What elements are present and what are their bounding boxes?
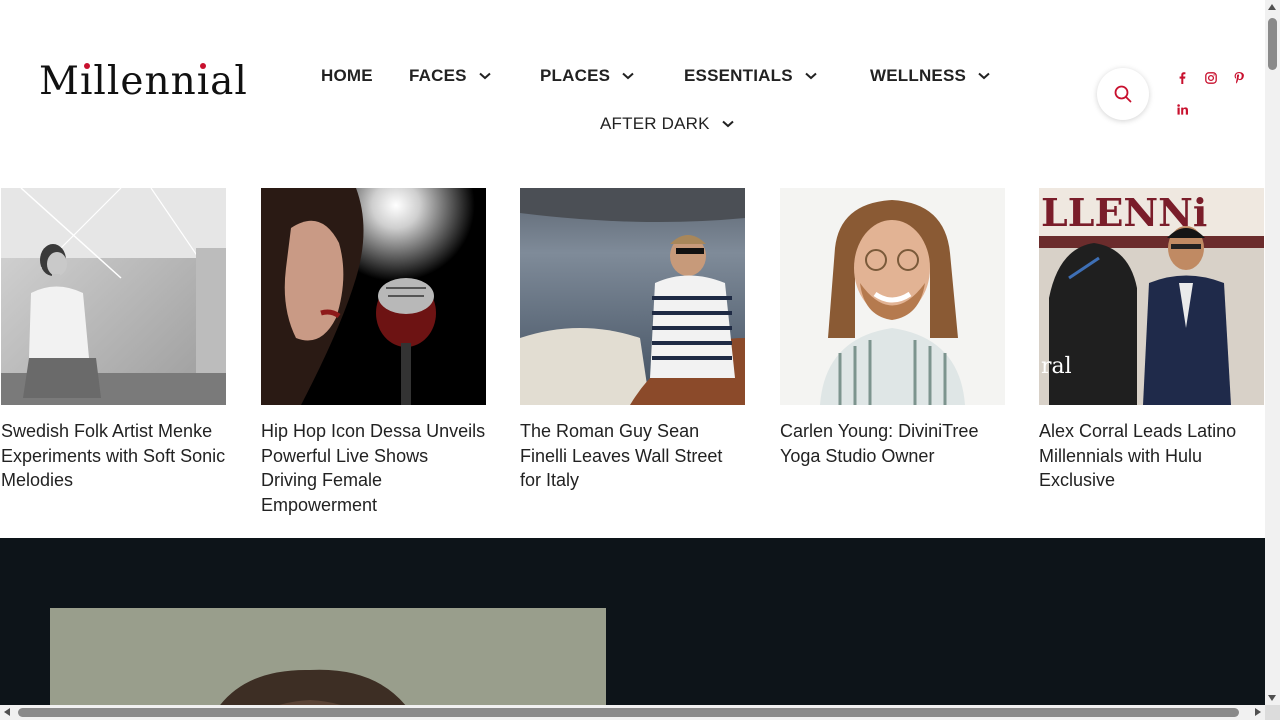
linkedin-icon: [1176, 103, 1188, 115]
article-title[interactable]: Swedish Folk Artist Menke Experiments wi…: [1, 419, 226, 493]
woman-vintage-microphone-photo[interactable]: [261, 188, 486, 405]
chevron-down-icon: [978, 72, 990, 80]
vertical-scrollbar[interactable]: [1265, 0, 1280, 705]
article-title[interactable]: Alex Corral Leads Latino Millennials wit…: [1039, 419, 1264, 493]
featured-portrait-photo[interactable]: [50, 608, 606, 705]
featured-section: [0, 538, 1265, 705]
article-card[interactable]: LLENNi ral Alex Corral Leads Latino Mill…: [1039, 188, 1264, 493]
article-title[interactable]: The Roman Guy Sean Finelli Leaves Wall S…: [520, 419, 745, 493]
search-button[interactable]: [1097, 68, 1149, 120]
instagram-link[interactable]: [1203, 70, 1219, 86]
pinterest-icon: [1234, 72, 1244, 84]
chevron-down-icon: [722, 120, 734, 128]
page: Mı llennı al HOME FACES PLACES ESSENTIALS …: [0, 0, 1265, 705]
pinterest-link[interactable]: [1231, 70, 1247, 86]
nav-item-wellness[interactable]: WELLNESS: [870, 66, 990, 86]
chevron-down-icon: [479, 72, 491, 80]
search-icon: [1114, 85, 1132, 103]
article-card[interactable]: Carlen Young: DiviniTree Yoga Studio Own…: [780, 188, 1005, 468]
article-card[interactable]: The Roman Guy Sean Finelli Leaves Wall S…: [520, 188, 745, 493]
nav-item-places[interactable]: PLACES: [540, 66, 634, 86]
scroll-down-arrow[interactable]: [1268, 695, 1276, 701]
scroll-up-arrow[interactable]: [1268, 4, 1276, 10]
nav-item-after-dark[interactable]: AFTER DARK: [600, 114, 734, 134]
article-card[interactable]: Hip Hop Icon Dessa Unveils Powerful Live…: [261, 188, 486, 517]
article-title[interactable]: Hip Hop Icon Dessa Unveils Powerful Live…: [261, 419, 486, 517]
nav-item-essentials[interactable]: ESSENTIALS: [684, 66, 817, 86]
scroll-left-arrow[interactable]: [4, 708, 10, 716]
facebook-link[interactable]: [1174, 70, 1190, 86]
nav-item-label: FACES: [409, 66, 467, 85]
smiling-man-portrait-photo[interactable]: [780, 188, 1005, 405]
linkedin-link[interactable]: [1174, 101, 1190, 117]
chevron-down-icon: [805, 72, 817, 80]
horizontal-scroll-thumb[interactable]: [18, 708, 1239, 717]
article-card[interactable]: Swedish Folk Artist Menke Experiments wi…: [1, 188, 226, 493]
man-on-boat-photo[interactable]: [520, 188, 745, 405]
article-title[interactable]: Carlen Young: DiviniTree Yoga Studio Own…: [780, 419, 1005, 468]
vertical-scroll-thumb[interactable]: [1268, 18, 1277, 70]
instagram-icon: [1205, 72, 1217, 84]
scrollbar-corner: [1265, 705, 1280, 720]
nav-item-label: ESSENTIALS: [684, 66, 793, 85]
horizontal-scrollbar[interactable]: [0, 705, 1265, 720]
site-logo[interactable]: Mı llennı al: [39, 62, 248, 101]
nav-item-home[interactable]: HOME: [321, 66, 373, 86]
nav-item-faces[interactable]: FACES: [409, 66, 491, 86]
woman-sitting-bw-photo[interactable]: [1, 188, 226, 405]
nav-item-label: WELLNESS: [870, 66, 967, 85]
chevron-down-icon: [622, 72, 634, 80]
scroll-right-arrow[interactable]: [1255, 708, 1261, 716]
svg-text:ral: ral: [1041, 354, 1072, 379]
nav-item-label: HOME: [321, 66, 373, 85]
facebook-icon: [1179, 72, 1186, 84]
man-with-horse-cover-photo[interactable]: LLENNi ral: [1039, 188, 1264, 405]
nav-item-label: AFTER DARK: [600, 114, 710, 133]
nav-item-label: PLACES: [540, 66, 611, 85]
